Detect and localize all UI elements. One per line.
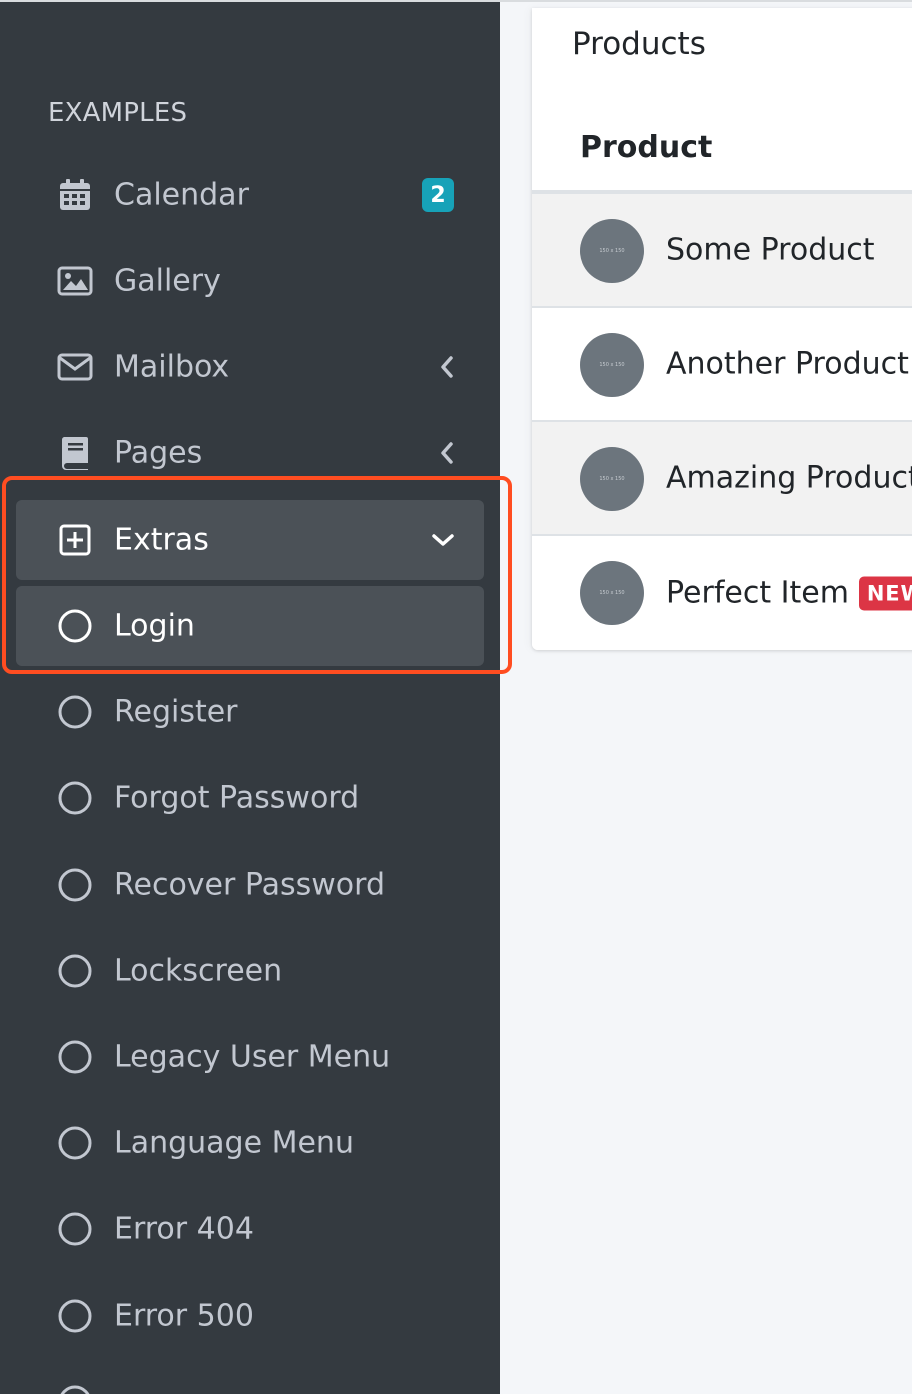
circle-icon (56, 693, 94, 731)
sidebar-item-calendar[interactable]: Calendar 2 (16, 155, 484, 235)
new-badge: NEW (858, 576, 912, 610)
product-name-text: Some Product (666, 232, 875, 268)
product-image: 150 x 150 (580, 333, 644, 397)
sidebar-item-login[interactable]: Login (16, 586, 484, 666)
circle-icon (56, 1383, 94, 1394)
chevron-left-icon (440, 356, 454, 378)
circle-icon (56, 1124, 94, 1162)
circle-icon (56, 607, 94, 645)
product-name: Amazing Product (666, 461, 912, 496)
circle-icon (56, 1297, 94, 1335)
product-image: 150 x 150 (580, 447, 644, 511)
nav-header-examples: EXAMPLES (48, 98, 188, 128)
sidebar-item-next-partial[interactable] (16, 1362, 484, 1394)
table-row[interactable]: 150 x 150 Amazing Product (532, 422, 912, 536)
product-name-text: Amazing Product (666, 460, 912, 496)
sidebar-item-label: Calendar (114, 177, 249, 213)
sidebar-item-label: Legacy User Menu (114, 1039, 391, 1075)
app-window: EXAMPLES Calendar 2 Gallery Mailbox Page… (0, 0, 912, 1394)
calendar-badge-wrap: 2 (422, 178, 454, 212)
product-image-placeholder-text: 150 x 150 (599, 476, 625, 482)
product-name: Some Product (666, 233, 875, 268)
product-name-text: Another Product (666, 346, 909, 382)
sidebar-item-label: Gallery (114, 263, 221, 299)
table-header: Product (532, 104, 912, 194)
product-image-placeholder-text: 150 x 150 (599, 590, 625, 596)
book-icon (56, 434, 94, 472)
column-header-product: Product (580, 130, 713, 165)
sidebar-item-pages[interactable]: Pages (16, 413, 484, 493)
image-icon (56, 262, 94, 300)
circle-icon (56, 952, 94, 990)
sidebar-item-label: Language Menu (114, 1125, 354, 1161)
sidebar-item-label: Error 500 (114, 1298, 254, 1334)
product-image-placeholder-text: 150 x 150 (599, 362, 625, 368)
sidebar-item-forgot-password[interactable]: Forgot Password (16, 758, 484, 838)
table-row[interactable]: 150 x 150 Another Product (532, 308, 912, 422)
sidebar-item-register[interactable]: Register (16, 672, 484, 752)
products-card: Products Product 150 x 150 Some Product … (532, 8, 912, 650)
sidebar-item-label: Forgot Password (114, 780, 360, 816)
sidebar-item-error-404[interactable]: Error 404 (16, 1189, 484, 1269)
sidebar-item-error-500[interactable]: Error 500 (16, 1276, 484, 1356)
sidebar-item-recover-password[interactable]: Recover Password (16, 845, 484, 925)
sidebar-item-label: Mailbox (114, 349, 230, 385)
circle-icon (56, 866, 94, 904)
sidebar-item-label: Register (114, 694, 238, 730)
sidebar-item-label: Extras (114, 522, 209, 558)
product-name-text: Perfect Item (666, 575, 849, 611)
sidebar-item-label: Login (114, 608, 195, 644)
product-name: Perfect Item NEW (666, 576, 912, 611)
sidebar-item-language-menu[interactable]: Language Menu (16, 1103, 484, 1183)
table-row[interactable]: 150 x 150 Perfect Item NEW (532, 536, 912, 650)
chevron-down-icon (432, 533, 454, 547)
calendar-icon (56, 176, 94, 214)
calendar-badge: 2 (422, 178, 454, 212)
circle-icon (56, 1210, 94, 1248)
card-title: Products (572, 26, 706, 62)
sidebar-item-lockscreen[interactable]: Lockscreen (16, 931, 484, 1011)
table-row[interactable]: 150 x 150 Some Product (532, 194, 912, 308)
sidebar-item-label: Pages (114, 435, 203, 471)
plus-square-icon (56, 521, 94, 559)
sidebar-item-legacy-user-menu[interactable]: Legacy User Menu (16, 1017, 484, 1097)
product-image: 150 x 150 (580, 219, 644, 283)
circle-icon (56, 1038, 94, 1076)
product-image: 150 x 150 (580, 561, 644, 625)
sidebar-item-label: Lockscreen (114, 953, 283, 989)
sidebar-item-label: Error 404 (114, 1211, 254, 1247)
envelope-icon (56, 348, 94, 386)
sidebar-item-mailbox[interactable]: Mailbox (16, 327, 484, 407)
sidebar-item-extras[interactable]: Extras (16, 500, 484, 580)
chevron-left-icon (440, 442, 454, 464)
product-name: Another Product (666, 347, 909, 382)
sidebar-item-label: Recover Password (114, 867, 386, 903)
product-image-placeholder-text: 150 x 150 (599, 248, 625, 254)
circle-icon (56, 779, 94, 817)
sidebar: EXAMPLES Calendar 2 Gallery Mailbox Page… (0, 2, 500, 1394)
sidebar-item-gallery[interactable]: Gallery (16, 241, 484, 321)
